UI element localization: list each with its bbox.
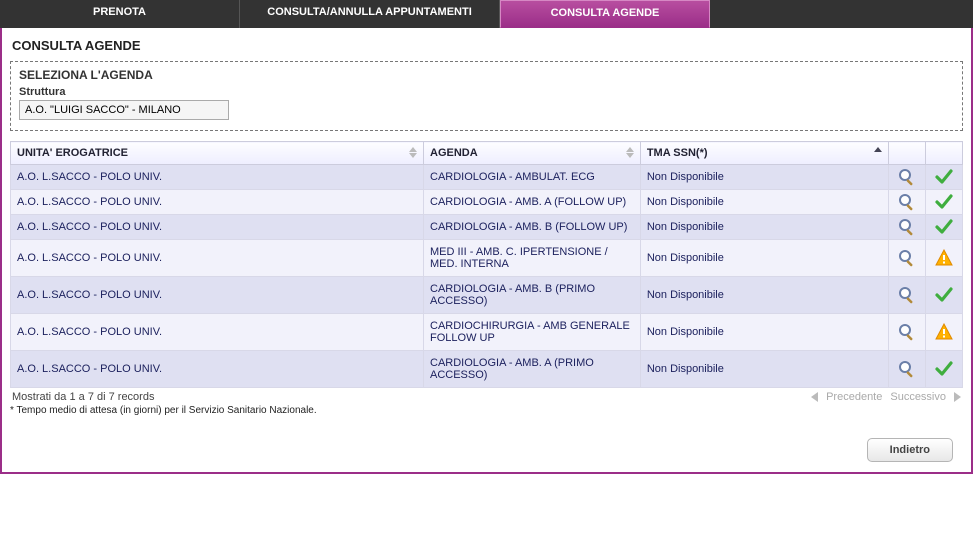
footnote: * Tempo medio di attesa (in giorni) per … [10,405,963,416]
magnifier-icon [898,323,916,341]
tab-bar: PRENOTA CONSULTA/ANNULLA APPUNTAMENTI CO… [0,0,973,28]
cell-unita: A.O. L.SACCO - POLO UNIV. [11,190,424,215]
table-row: A.O. L.SACCO - POLO UNIV.CARDIOLOGIA - A… [11,190,963,215]
cell-unita: A.O. L.SACCO - POLO UNIV. [11,215,424,240]
status-cell [925,277,962,314]
col-header-status [925,142,962,165]
sort-icon [874,147,882,152]
cell-unita: A.O. L.SACCO - POLO UNIV. [11,351,424,388]
cell-agenda: CARDIOLOGIA - AMB. A (FOLLOW UP) [424,190,641,215]
struttura-input[interactable] [19,100,229,120]
cell-tma: Non Disponibile [640,314,888,351]
cell-agenda: CARDIOLOGIA - AMB. B (FOLLOW UP) [424,215,641,240]
col-header-view [888,142,925,165]
pager-info: Mostrati da 1 a 7 di 7 records [12,391,154,403]
check-icon [935,193,953,211]
page-body: CONSULTA AGENDE SELEZIONA L'AGENDA Strut… [0,28,973,474]
pager-prev[interactable]: Precedente [826,391,882,403]
table-row: A.O. L.SACCO - POLO UNIV.CARDIOLOGIA - A… [11,215,963,240]
status-cell [925,314,962,351]
col-header-agenda[interactable]: AGENDA [424,142,641,165]
check-icon [935,218,953,236]
check-icon [935,168,953,186]
cell-tma: Non Disponibile [640,165,888,190]
status-cell [925,215,962,240]
cell-agenda: CARDIOLOGIA - AMB. A (PRIMO ACCESSO) [424,351,641,388]
view-button[interactable] [888,314,925,351]
cell-tma: Non Disponibile [640,277,888,314]
cell-tma: Non Disponibile [640,190,888,215]
view-button[interactable] [888,351,925,388]
warning-icon [935,323,953,341]
view-button[interactable] [888,240,925,277]
col-header-tma[interactable]: TMA SSN(*) [640,142,888,165]
magnifier-icon [898,249,916,267]
pager: Mostrati da 1 a 7 di 7 records Precedent… [10,388,963,403]
check-icon [935,286,953,304]
cell-agenda: CARDIOLOGIA - AMB. B (PRIMO ACCESSO) [424,277,641,314]
view-button[interactable] [888,277,925,314]
status-cell [925,240,962,277]
col-header-agenda-label: AGENDA [430,147,478,159]
view-button[interactable] [888,165,925,190]
view-button[interactable] [888,215,925,240]
cell-tma: Non Disponibile [640,240,888,277]
seleziona-agenda-panel: SELEZIONA L'AGENDA Struttura [10,61,963,131]
table-row: A.O. L.SACCO - POLO UNIV.CARDIOLOGIA - A… [11,165,963,190]
tab-consulta-annulla[interactable]: CONSULTA/ANNULLA APPUNTAMENTI [240,0,500,28]
view-button[interactable] [888,190,925,215]
cell-unita: A.O. L.SACCO - POLO UNIV. [11,165,424,190]
warning-icon [935,249,953,267]
magnifier-icon [898,193,916,211]
cell-agenda: CARDIOCHIRURGIA - AMB GENERALE FOLLOW UP [424,314,641,351]
cell-unita: A.O. L.SACCO - POLO UNIV. [11,240,424,277]
cell-unita: A.O. L.SACCO - POLO UNIV. [11,314,424,351]
cell-agenda: MED III - AMB. C. IPERTENSIONE / MED. IN… [424,240,641,277]
status-cell [925,165,962,190]
tab-consulta-agende[interactable]: CONSULTA AGENDE [500,0,710,28]
table-row: A.O. L.SACCO - POLO UNIV.CARDIOCHIRURGIA… [11,314,963,351]
panel-title: SELEZIONA L'AGENDA [19,68,954,82]
cell-tma: Non Disponibile [640,215,888,240]
table-row: A.O. L.SACCO - POLO UNIV.CARDIOLOGIA - A… [11,351,963,388]
magnifier-icon [898,360,916,378]
cell-agenda: CARDIOLOGIA - AMBULAT. ECG [424,165,641,190]
struttura-label: Struttura [19,86,954,98]
col-header-tma-label: TMA SSN(*) [647,147,708,159]
check-icon [935,360,953,378]
col-header-unita-label: UNITA' EROGATRICE [17,147,128,159]
cell-unita: A.O. L.SACCO - POLO UNIV. [11,277,424,314]
status-cell [925,351,962,388]
col-header-unita[interactable]: UNITA' EROGATRICE [11,142,424,165]
pager-prev-icon[interactable] [811,392,818,402]
cell-tma: Non Disponibile [640,351,888,388]
pager-next[interactable]: Successivo [890,391,946,403]
page-title: CONSULTA AGENDE [10,34,963,61]
sort-icon [409,147,417,158]
status-cell [925,190,962,215]
tab-prenota[interactable]: PRENOTA [0,0,240,28]
agende-table: UNITA' EROGATRICE AGENDA TMA SSN(*) [10,141,963,388]
magnifier-icon [898,168,916,186]
pager-next-icon[interactable] [954,392,961,402]
magnifier-icon [898,286,916,304]
indietro-button[interactable]: Indietro [867,438,953,462]
sort-icon [626,147,634,158]
table-row: A.O. L.SACCO - POLO UNIV.MED III - AMB. … [11,240,963,277]
table-row: A.O. L.SACCO - POLO UNIV.CARDIOLOGIA - A… [11,277,963,314]
magnifier-icon [898,218,916,236]
